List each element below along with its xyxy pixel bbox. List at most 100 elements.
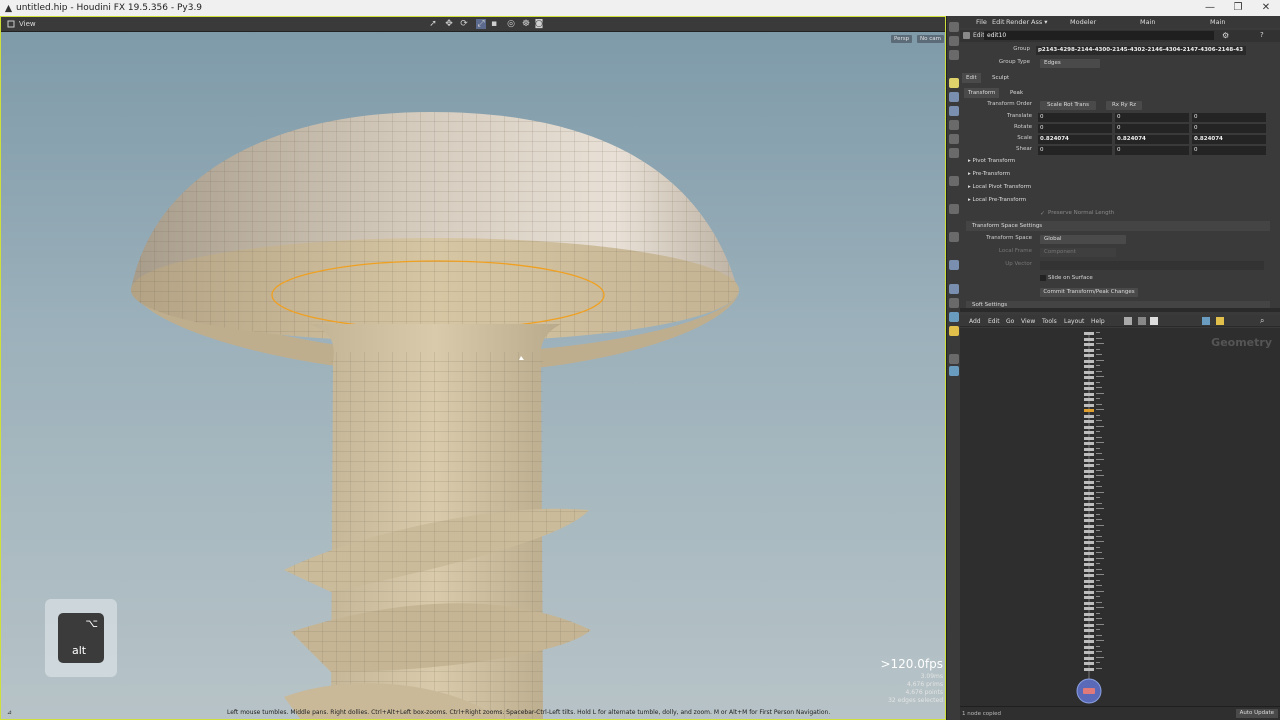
up-vector-field[interactable]: [1040, 261, 1264, 270]
shelf-origin-icon[interactable]: [949, 312, 959, 322]
menu-edit[interactable]: Edit: [992, 18, 1005, 26]
commit-changes-button[interactable]: Commit Transform/Peak Changes: [1040, 288, 1138, 297]
shelf-shade-icon[interactable]: [949, 232, 959, 242]
sop-node[interactable]: [1084, 645, 1094, 649]
rotate-y[interactable]: 0: [1115, 124, 1189, 133]
rotate-x[interactable]: 0: [1038, 124, 1112, 133]
sop-node[interactable]: [1084, 381, 1094, 385]
sop-node[interactable]: [1084, 662, 1094, 665]
shelf-normals-icon[interactable]: [949, 134, 959, 144]
sop-node[interactable]: [1084, 513, 1094, 517]
output-node[interactable]: [1074, 676, 1104, 706]
shelf-handle-icon[interactable]: [949, 298, 959, 308]
sop-node[interactable]: [1084, 563, 1094, 566]
shelf-light-icon[interactable]: [949, 78, 959, 88]
render-view-icon[interactable]: ☸: [521, 19, 531, 29]
net-menu-view[interactable]: View: [1021, 318, 1035, 325]
shelf-display-icon[interactable]: [949, 92, 959, 102]
sop-node[interactable]: [1084, 524, 1094, 528]
sop-node[interactable]: [1084, 579, 1094, 583]
sop-node[interactable]: [1084, 486, 1094, 489]
net-menu-layout[interactable]: Layout: [1064, 318, 1084, 325]
sop-node[interactable]: [1084, 453, 1094, 456]
rotate-tool-icon[interactable]: ⟳: [459, 19, 469, 29]
sop-node[interactable]: [1084, 359, 1094, 363]
transform-space-select[interactable]: Global: [1040, 235, 1126, 244]
sop-node[interactable]: [1084, 574, 1094, 577]
sop-node[interactable]: [1084, 475, 1094, 478]
shelf-wire-icon[interactable]: [949, 204, 959, 214]
sop-node[interactable]: [1084, 436, 1094, 440]
transform-space-settings[interactable]: Transform Space Settings: [966, 221, 1270, 231]
sop-node[interactable]: [1084, 552, 1094, 555]
sop-node[interactable]: [1084, 354, 1094, 357]
shelf-ghost-icon[interactable]: [949, 260, 959, 270]
sop-node[interactable]: [1084, 651, 1094, 654]
net-menu-add[interactable]: Add: [969, 318, 981, 325]
net-menu-tools[interactable]: Tools: [1042, 318, 1057, 325]
net-flag-icon[interactable]: [1216, 317, 1224, 325]
sop-node[interactable]: [1084, 640, 1094, 643]
tab-peak[interactable]: Peak: [1006, 88, 1027, 98]
scale-y[interactable]: 0.824074: [1115, 135, 1189, 144]
preserve-normal-checkbox[interactable]: ✓: [1040, 210, 1045, 217]
sop-node[interactable]: [1084, 442, 1094, 445]
network-editor[interactable]: Geometry: [960, 328, 1280, 706]
sop-node[interactable]: [1084, 420, 1094, 423]
folder-local-pivot[interactable]: ▸ Local Pivot Transform: [968, 184, 1031, 190]
sop-node[interactable]: [1084, 447, 1094, 451]
shear-x[interactable]: 0: [1038, 146, 1112, 155]
sop-node[interactable]: [1084, 590, 1094, 594]
sop-node[interactable]: [1084, 601, 1094, 605]
tab-edit[interactable]: Edit: [962, 73, 981, 83]
sop-node[interactable]: [1084, 392, 1094, 396]
pane-selector-2[interactable]: Main: [1210, 18, 1226, 26]
shelf-bypass-icon[interactable]: [949, 354, 959, 364]
pane-divider[interactable]: [960, 308, 1280, 312]
sop-node[interactable]: [1084, 541, 1094, 544]
sop-node[interactable]: [1084, 667, 1094, 671]
net-layout-icon[interactable]: [1138, 317, 1146, 325]
sop-node[interactable]: [1084, 425, 1094, 429]
shelf-snap-icon[interactable]: [949, 148, 959, 158]
local-frame-select[interactable]: Component: [1040, 248, 1116, 257]
help-icon[interactable]: ?: [1260, 31, 1264, 39]
sop-node[interactable]: [1084, 464, 1094, 467]
rotate-z[interactable]: 0: [1192, 124, 1266, 133]
sop-node[interactable]: [1084, 612, 1094, 616]
folder-local-pre[interactable]: ▸ Local Pre-Transform: [968, 197, 1026, 203]
select-tool-icon[interactable]: ➚: [428, 19, 438, 29]
folder-pre-transform[interactable]: ▸ Pre-Transform: [968, 171, 1010, 177]
shelf-grid-icon[interactable]: [949, 176, 959, 186]
tab-sculpt[interactable]: Sculpt: [988, 73, 1013, 83]
minimize-button[interactable]: —: [1196, 0, 1224, 16]
translate-y[interactable]: 0: [1115, 113, 1189, 122]
scene-viewport[interactable]: View ➚ ✥ ⟳ ⤢ ▪ ◎ ☸ ◙ Persp No cam ⌥ alt …: [0, 16, 946, 720]
net-menu-go[interactable]: Go: [1006, 318, 1014, 325]
shelf-eye-icon[interactable]: [949, 366, 959, 376]
net-tool-icon[interactable]: [1124, 317, 1132, 325]
sop-node[interactable]: [1084, 497, 1094, 500]
sop-node[interactable]: [1084, 519, 1094, 522]
sop-node[interactable]: [1084, 629, 1094, 632]
sop-node[interactable]: [1084, 376, 1094, 379]
view-menu-icon[interactable]: [7, 20, 15, 28]
snap-icon[interactable]: ◎: [506, 19, 516, 29]
sop-node[interactable]: [1084, 623, 1094, 627]
maximize-button[interactable]: ❐: [1224, 0, 1252, 16]
sop-node[interactable]: [1084, 634, 1094, 638]
shear-z[interactable]: 0: [1192, 146, 1266, 155]
sop-node[interactable]: [1084, 585, 1094, 588]
menu-render[interactable]: Render: [1006, 18, 1029, 26]
handle-tool-icon[interactable]: ▪: [489, 19, 499, 29]
net-search-icon[interactable]: ⌕: [1260, 316, 1264, 326]
sop-node[interactable]: [1084, 365, 1094, 368]
tab-transform[interactable]: Transform: [964, 88, 1000, 98]
sop-node[interactable]: [1084, 530, 1094, 533]
scale-x[interactable]: 0.824074: [1038, 135, 1112, 144]
sop-node[interactable]: [1084, 546, 1094, 550]
shear-y[interactable]: 0: [1115, 146, 1189, 155]
sop-node[interactable]: [1084, 535, 1094, 539]
sop-node[interactable]: [1084, 409, 1094, 412]
sop-node[interactable]: [1084, 508, 1094, 511]
